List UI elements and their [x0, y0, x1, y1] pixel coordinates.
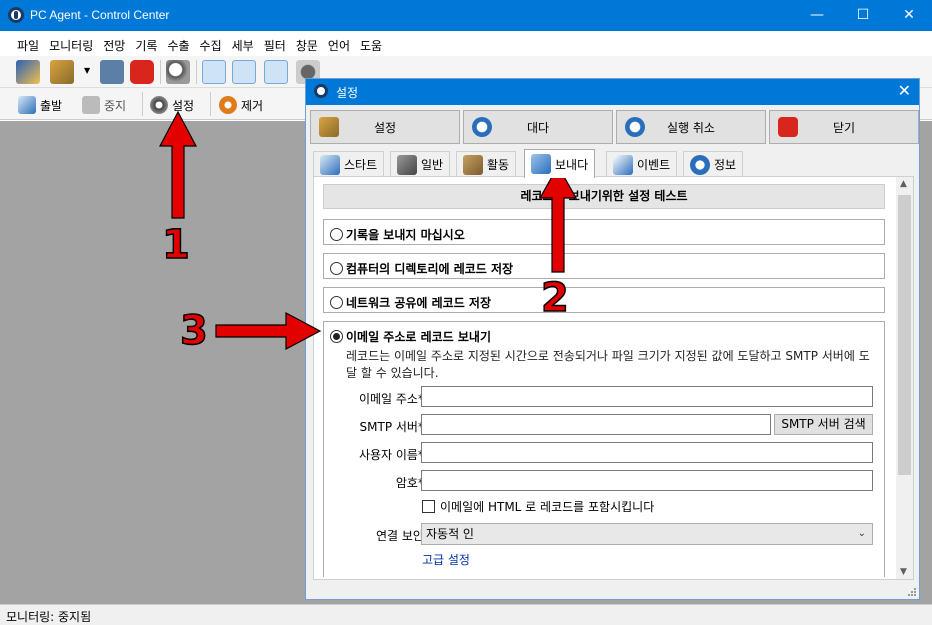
scroll-up-icon[interactable]: ▲ — [900, 179, 907, 189]
smtp-input[interactable] — [421, 414, 771, 435]
remove-icon — [219, 96, 237, 114]
annotation-number-1: 1 — [161, 221, 190, 269]
minimize-button[interactable]: — — [794, 0, 840, 31]
annotation-number-2: 2 — [540, 274, 569, 322]
document-pen-icon — [613, 154, 633, 175]
password-label: 암호*: — [395, 476, 428, 490]
settings-dialog: 설정 ✕ 설정 대다 실행 취소 닫기 스타트 일반 활동 보내다 이벤트 정보… — [305, 78, 920, 600]
html-checkbox-label: 이메일에 HTML 로 레코드를 포함시킵니다 — [440, 500, 655, 514]
menu-item-window[interactable]: 창문 — [291, 32, 323, 54]
dialog-titlebar: 설정 ✕ — [306, 79, 919, 105]
send-settings-panel: 레코드를 보내기위한 설정 테스트 기록을 보내지 마십시오 컴퓨터의 디렉토리… — [313, 176, 914, 580]
tab-info[interactable]: 정보 — [683, 151, 744, 177]
tab-events[interactable]: 이벤트 — [606, 151, 678, 177]
rewind-icon — [625, 117, 645, 137]
menu-item-help[interactable]: 도움 — [355, 32, 387, 54]
option-network-share[interactable]: 네트워크 공유에 레코드 저장 — [323, 287, 885, 313]
settings-icon — [319, 117, 339, 137]
menu-item-records[interactable]: 기록 — [130, 32, 162, 54]
edit-icon[interactable] — [16, 60, 40, 84]
menu-item-collect[interactable]: 수집 — [195, 32, 227, 54]
settings-button[interactable]: 설정 — [150, 94, 194, 116]
security-select[interactable]: 자동적 인 ⌄ — [421, 523, 873, 545]
document-filter-icon[interactable] — [264, 60, 288, 84]
power-icon — [778, 117, 798, 137]
option-dont-send[interactable]: 기록을 보내지 마십시오 — [323, 219, 885, 245]
email-input[interactable] — [421, 386, 873, 407]
play-icon — [320, 154, 340, 175]
search-icon[interactable] — [166, 60, 190, 84]
undo-button[interactable]: 실행 취소 — [616, 110, 766, 144]
mail-icon — [531, 154, 551, 174]
check-icon — [472, 117, 492, 137]
tab-activity[interactable]: 활동 — [456, 151, 517, 177]
radio-email[interactable] — [330, 330, 343, 343]
menu-item-monitoring[interactable]: 모니터링 — [44, 32, 98, 54]
test-settings-header[interactable]: 레코드를 보내기위한 설정 테스트 — [323, 184, 885, 209]
tools-icon — [397, 154, 417, 175]
tab-start[interactable]: 스타트 — [313, 151, 385, 177]
info-icon — [690, 154, 710, 175]
menu-item-language[interactable]: 언어 — [323, 32, 355, 54]
stop-button[interactable]: 중지 — [82, 94, 126, 116]
menu-bar: 파일 모니터링 전망 기록 수출 수집 세부 필터 창문 언어 도움 — [0, 32, 932, 56]
filter-icon[interactable] — [202, 60, 226, 84]
dialog-close-icon[interactable]: ✕ — [898, 81, 911, 100]
window-title: PC Agent - Control Center — [30, 8, 170, 22]
settings-tabs: 스타트 일반 활동 보내다 이벤트 정보 — [311, 149, 916, 178]
annotation-number-3: 3 — [179, 307, 208, 355]
pencil-filter-icon[interactable] — [232, 60, 256, 84]
scroll-thumb[interactable] — [898, 195, 911, 475]
menu-item-filter[interactable]: 필터 — [259, 32, 291, 54]
remove-button[interactable]: 제거 — [219, 94, 263, 116]
smtp-label: SMTP 서버*: — [359, 420, 428, 434]
email-description: 레코드는 이메일 주소로 지정된 시간으로 전송되거나 파일 크기가 지정된 값… — [346, 349, 870, 380]
password-input[interactable] — [421, 470, 873, 491]
status-bar: 모니터링: 중지됨 — [0, 604, 932, 625]
dialog-app-icon — [314, 84, 328, 98]
status-text: 모니터링: 중지됨 — [6, 610, 92, 624]
menu-item-file[interactable]: 파일 — [12, 32, 44, 54]
chevron-down-icon: ⌄ — [857, 528, 866, 539]
apply-button[interactable]: 대다 — [463, 110, 613, 144]
username-label: 사용자 이름*: — [358, 448, 428, 462]
scroll-down-icon[interactable]: ▼ — [900, 567, 907, 577]
smtp-search-button[interactable]: SMTP 서버 검색 — [774, 414, 873, 435]
radio-dont-send[interactable] — [330, 228, 343, 241]
app-icon — [8, 7, 24, 23]
chevron-down-icon[interactable]: ▼ — [84, 66, 90, 75]
email-label: 이메일 주소*: — [358, 392, 428, 406]
radio-save-directory[interactable] — [330, 262, 343, 275]
radio-network-share[interactable] — [330, 296, 343, 309]
power-icon[interactable] — [130, 60, 154, 84]
maximize-button[interactable]: ☐ — [840, 0, 886, 31]
menu-item-export[interactable]: 수출 — [162, 32, 194, 54]
tab-general[interactable]: 일반 — [390, 151, 451, 177]
people-icon — [463, 154, 483, 175]
close-button[interactable]: ✕ — [886, 0, 932, 31]
menu-item-details[interactable]: 세부 — [227, 32, 259, 54]
option-email: 이메일 주소로 레코드 보내기 레코드는 이메일 주소로 지정된 시간으로 전송… — [323, 321, 885, 577]
close-dialog-button[interactable]: 닫기 — [769, 110, 919, 144]
play-icon — [18, 96, 36, 114]
option-save-directory[interactable]: 컴퓨터의 디렉토리에 레코드 저장 — [323, 253, 885, 279]
resize-grip-icon[interactable] — [906, 586, 916, 596]
advanced-settings-link[interactable]: 고급 설정 — [422, 551, 470, 568]
folder-icon[interactable] — [50, 60, 74, 84]
security-label: 연결 보안: — [375, 529, 428, 543]
username-input[interactable] — [421, 442, 873, 463]
main-titlebar: PC Agent - Control Center — ☐ ✕ — [0, 0, 932, 31]
tab-send[interactable]: 보내다 — [524, 149, 596, 178]
settings-button[interactable]: 설정 — [310, 110, 460, 144]
start-button[interactable]: 출발 — [18, 94, 62, 116]
computer-icon[interactable] — [100, 60, 124, 84]
panel-scrollbar[interactable]: ▲ ▼ — [896, 177, 913, 579]
dialog-title: 설정 — [336, 86, 359, 100]
menu-item-view[interactable]: 전망 — [98, 32, 130, 54]
gear-icon — [150, 96, 168, 114]
html-checkbox[interactable] — [422, 500, 435, 513]
stop-icon — [82, 96, 100, 114]
